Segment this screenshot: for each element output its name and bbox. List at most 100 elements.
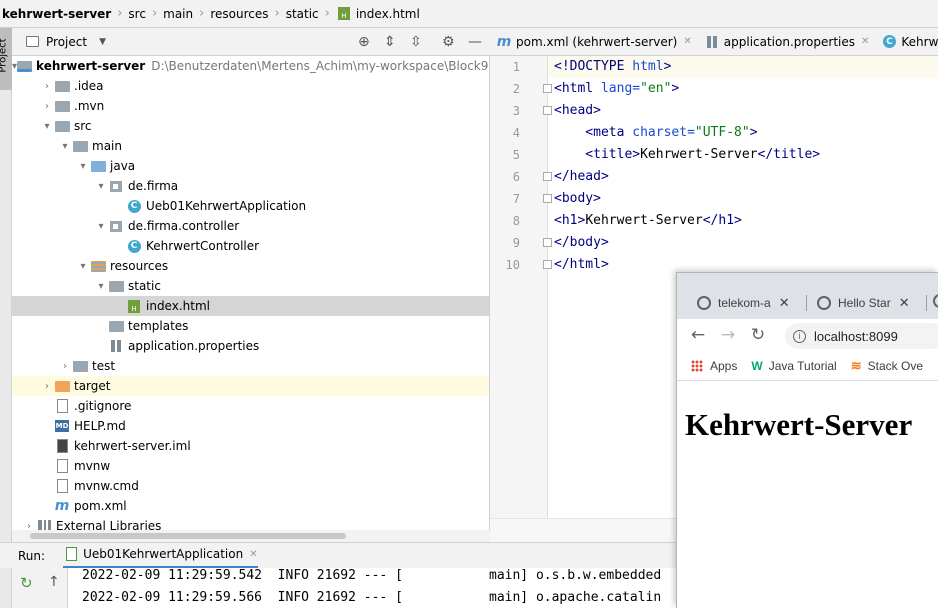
- tree-item[interactable]: C KehrwertController: [12, 236, 489, 256]
- project-panel-header: Project ▼ ⊕ ⇕ ⇳ ⚙ —: [12, 28, 490, 56]
- chevron-down-icon[interactable]: ▾: [94, 281, 108, 292]
- close-icon[interactable]: ✕: [861, 36, 869, 47]
- chevron-down-icon[interactable]: ▾: [76, 261, 90, 272]
- expand-all-icon[interactable]: ⇕: [384, 34, 396, 50]
- bookmark-java-tutorial[interactable]: W Java Tutorial: [751, 359, 836, 373]
- globe-icon: [817, 296, 831, 310]
- code-line: <h1>Kehrwert-Server</h1>: [554, 210, 742, 232]
- tree-item[interactable]: ▾ kehrwert-server D:\Benutzerdaten\Mertens…: [12, 56, 489, 76]
- chevron-down-icon[interactable]: ▾: [40, 121, 54, 132]
- back-arrow-icon[interactable]: ←: [683, 325, 713, 345]
- project-tool-tab-label: Project: [0, 38, 9, 73]
- breadcrumb-item-main[interactable]: main: [159, 7, 197, 21]
- project-tool-tab[interactable]: Project: [0, 28, 12, 90]
- tree-item-label: resources: [110, 259, 169, 273]
- text-file-icon: [54, 479, 70, 493]
- breadcrumb-item-file[interactable]: Hindex.html: [332, 7, 424, 21]
- tree-item[interactable]: application.properties: [12, 336, 489, 356]
- chevron-right-icon[interactable]: ›: [58, 361, 72, 372]
- tree-item[interactable]: ▾ de.firma.controller: [12, 216, 489, 236]
- forward-arrow-icon[interactable]: →: [713, 325, 743, 345]
- minimize-icon[interactable]: —: [468, 34, 482, 50]
- info-icon[interactable]: i: [793, 329, 806, 343]
- tab-label: KehrwertCor: [901, 34, 938, 49]
- tree-item[interactable]: Hindex.html: [12, 296, 489, 316]
- code-token: html: [632, 59, 664, 74]
- scrollbar-thumb[interactable]: [30, 533, 346, 539]
- tree-item[interactable]: mvnw.cmd: [12, 476, 489, 496]
- tab-kehrwert-controller[interactable]: C KehrwertCor: [875, 28, 938, 55]
- html-file-icon: H: [336, 7, 352, 21]
- line-number: 10: [505, 258, 520, 272]
- tree-item-label: mvnw.cmd: [74, 479, 139, 493]
- tree-item[interactable]: .gitignore: [12, 396, 489, 416]
- fold-marker-icon[interactable]: [543, 260, 552, 269]
- tree-item[interactable]: › test: [12, 356, 489, 376]
- chevron-down-icon[interactable]: ▾: [94, 181, 108, 192]
- run-tab[interactable]: Ueb01KehrwertApplication ✕: [63, 543, 258, 569]
- chevron-down-icon[interactable]: ▾: [94, 221, 108, 232]
- tree-item[interactable]: templates: [12, 316, 489, 336]
- close-icon[interactable]: ✕: [683, 36, 691, 47]
- breadcrumb-item-static[interactable]: static: [282, 7, 323, 21]
- gear-icon[interactable]: ⚙: [442, 34, 455, 50]
- tree-item[interactable]: › .idea: [12, 76, 489, 96]
- fold-marker-icon[interactable]: [543, 106, 552, 115]
- breadcrumb-item-project[interactable]: kehrwert-server: [0, 7, 115, 21]
- tree-item[interactable]: mvnw: [12, 456, 489, 476]
- rerun-icon[interactable]: ↻: [20, 574, 33, 592]
- breadcrumb-file-label: index.html: [355, 6, 420, 21]
- tree-item[interactable]: ▾ java: [12, 156, 489, 176]
- bookmark-stack-overflow[interactable]: ≋ Stack Ove: [851, 358, 923, 374]
- chevron-right-icon[interactable]: ›: [40, 381, 54, 392]
- fold-marker-icon[interactable]: [543, 238, 552, 247]
- tree-item[interactable]: MD HELP.md: [12, 416, 489, 436]
- tree-item[interactable]: › .mvn: [12, 96, 489, 116]
- folder-icon: [54, 119, 70, 133]
- tree-item[interactable]: m pom.xml: [12, 496, 489, 516]
- tree-item[interactable]: kehrwert-server.iml: [12, 436, 489, 456]
- close-icon[interactable]: ✕: [779, 295, 790, 311]
- fold-marker-icon[interactable]: [543, 194, 552, 203]
- bookmarks-bar: Apps W Java Tutorial ≋ Stack Ove: [677, 351, 938, 381]
- tab-application-properties[interactable]: application.properties ✕: [698, 28, 876, 55]
- folder-icon: [54, 99, 70, 113]
- project-panel-title[interactable]: Project: [46, 35, 87, 49]
- chevron-right-icon[interactable]: ›: [40, 101, 54, 112]
- tree-item[interactable]: ▾ de.firma: [12, 176, 489, 196]
- code-token: >: [663, 59, 672, 74]
- chevron-down-icon[interactable]: ▼: [99, 37, 106, 47]
- collapse-all-icon[interactable]: ⇳: [410, 34, 422, 50]
- code-token: >: [749, 125, 758, 140]
- fold-marker-icon[interactable]: [543, 84, 552, 93]
- close-icon[interactable]: ✕: [899, 295, 910, 311]
- tree-item[interactable]: ▾ resources: [12, 256, 489, 276]
- arrow-up-icon[interactable]: ↑: [48, 574, 60, 590]
- reload-icon[interactable]: ↻: [743, 325, 773, 345]
- close-icon[interactable]: ✕: [249, 549, 257, 560]
- locate-icon[interactable]: ⊕: [358, 34, 370, 50]
- fold-marker-icon[interactable]: [543, 172, 552, 181]
- browser-tab[interactable]: Hello Star ✕: [817, 289, 927, 317]
- chevron-right-icon[interactable]: ›: [40, 81, 54, 92]
- tab-pom-xml[interactable]: m pom.xml (kehrwert-server) ✕: [490, 28, 698, 55]
- chevron-right-icon: ›: [117, 6, 123, 21]
- project-tree: ▾ kehrwert-server D:\Benutzerdaten\Mertens…: [12, 56, 490, 542]
- tree-item[interactable]: ▾ main: [12, 136, 489, 156]
- breadcrumb-item-resources[interactable]: resources: [206, 7, 272, 21]
- globe-icon: [697, 296, 711, 310]
- bookmark-apps[interactable]: Apps: [691, 359, 737, 373]
- tree-item[interactable]: ▾ src: [12, 116, 489, 136]
- chevron-down-icon[interactable]: ▾: [58, 141, 72, 152]
- tree-item[interactable]: ▾ static: [12, 276, 489, 296]
- code-token: <html: [554, 81, 601, 96]
- address-bar[interactable]: i localhost:8099: [785, 323, 938, 349]
- breadcrumb-item-src[interactable]: src: [124, 7, 150, 21]
- class-icon: C: [126, 239, 142, 253]
- text-file-icon: [54, 459, 70, 473]
- chevron-down-icon[interactable]: ▾: [76, 161, 90, 172]
- iml-file-icon: [54, 439, 70, 453]
- browser-tab[interactable]: telekom-a ✕: [697, 289, 807, 317]
- tree-item[interactable]: C Ueb01KehrwertApplication: [12, 196, 489, 216]
- tree-item[interactable]: › target: [12, 376, 489, 396]
